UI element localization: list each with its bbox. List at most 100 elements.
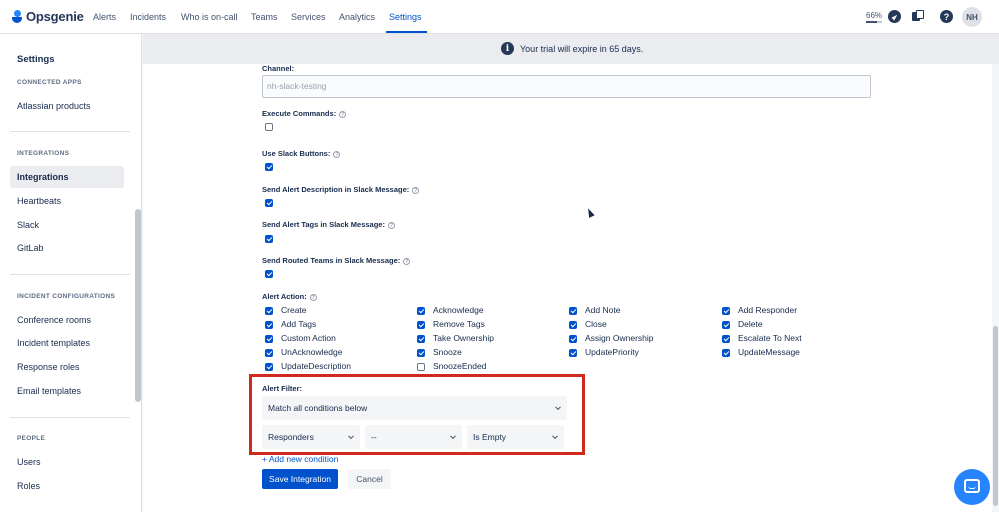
use-slack-buttons-checkbox[interactable] (265, 163, 273, 171)
sidebar-section-integrations: INTEGRATIONS (17, 150, 70, 157)
sidebar-item-email-templates[interactable]: Email templates (10, 380, 124, 402)
sidebar-section-connected-apps: CONNECTED APPS (17, 79, 82, 86)
top-nav: Opsgenie Alerts Incidents Who is on-call… (0, 0, 999, 34)
sidebar-item-gitlab[interactable]: GitLab (10, 237, 124, 259)
nav-active-underline (386, 31, 427, 33)
help-icon[interactable]: ? (333, 150, 341, 158)
action-checkbox-create[interactable] (265, 307, 273, 315)
cancel-button[interactable]: Cancel (348, 469, 391, 489)
app-name: Opsgenie (26, 9, 84, 24)
action-label-add-tags: Add Tags (281, 319, 317, 329)
sidebar-divider (10, 274, 130, 275)
sidebar-item-integrations[interactable]: Integrations (10, 166, 124, 188)
action-label-custom-action: Custom Action (281, 333, 336, 343)
nav-incidents[interactable]: Incidents (130, 12, 166, 22)
action-label-add-note: Add Note (585, 305, 621, 315)
send-description-checkbox[interactable] (265, 199, 273, 207)
action-label-escalate-to-next: Escalate To Next (738, 333, 802, 343)
action-label-snoozeended: SnoozeEnded (433, 361, 487, 371)
opsgenie-logo[interactable]: Opsgenie (12, 9, 84, 24)
execute-commands-checkbox[interactable] (265, 123, 273, 131)
trial-banner: i Your trial will expire in 65 days. (143, 34, 999, 64)
nav-teams[interactable]: Teams (251, 12, 278, 22)
nav-services[interactable]: Services (291, 12, 326, 22)
action-label-updatemessage: UpdateMessage (738, 347, 800, 357)
nav-settings[interactable]: Settings (389, 12, 422, 22)
action-checkbox-add-tags[interactable] (265, 321, 273, 329)
opsgenie-logo-icon (12, 9, 22, 24)
sidebar-item-response-roles[interactable]: Response roles (10, 356, 124, 378)
zoom-level[interactable]: 66% (866, 11, 882, 20)
sidebar-item-users[interactable]: Users (10, 451, 124, 473)
action-label-remove-tags: Remove Tags (433, 319, 485, 329)
action-label-updatepriority: UpdatePriority (585, 347, 639, 357)
action-label-assign-ownership: Assign Ownership (585, 333, 654, 343)
send-routed-teams-checkbox[interactable] (265, 270, 273, 278)
info-icon: i (501, 42, 514, 55)
chat-button[interactable] (954, 469, 990, 505)
sidebar-divider (10, 131, 130, 132)
save-integration-button[interactable]: Save Integration (262, 469, 338, 489)
sidebar-section-incident-configurations: INCIDENT CONFIGURATIONS (17, 293, 116, 300)
sidebar-title: Settings (17, 54, 55, 65)
nav-analytics[interactable]: Analytics (339, 12, 375, 22)
sidebar-item-heartbeats[interactable]: Heartbeats (10, 190, 124, 212)
action-checkbox-updatedescription[interactable] (265, 363, 273, 371)
sidebar-scrollbar[interactable] (135, 209, 141, 402)
sidebar-item-slack[interactable]: Slack (10, 214, 124, 236)
help-icon[interactable]: ? (309, 293, 317, 301)
help-icon[interactable]: ? (412, 186, 420, 194)
channel-input[interactable]: nh-slack-testing (262, 75, 871, 98)
sidebar-item-incident-templates[interactable]: Incident templates (10, 332, 124, 354)
zoom-bar (866, 21, 882, 23)
send-tags-label: Send Alert Tags in Slack Message:? (262, 220, 395, 229)
action-label-take-ownership: Take Ownership (433, 333, 494, 343)
send-description-label: Send Alert Description in Slack Message:… (262, 185, 420, 194)
sidebar-item-roles[interactable]: Roles (10, 475, 124, 497)
send-routed-teams-label: Send Routed Teams in Slack Message:? (262, 256, 411, 265)
apps-icon[interactable] (912, 10, 925, 23)
action-checkbox-take-ownership[interactable] (417, 335, 425, 343)
use-slack-buttons-label: Use Slack Buttons:? (262, 149, 341, 158)
action-checkbox-snooze[interactable] (417, 349, 425, 357)
compass-icon[interactable] (888, 10, 901, 23)
add-condition-link[interactable]: + Add new condition (262, 454, 338, 464)
main-scrollbar[interactable] (992, 64, 999, 512)
action-label-acknowledge: Acknowledge (433, 305, 484, 315)
zoom-bar-fill (866, 21, 877, 23)
action-checkbox-custom-action[interactable] (265, 335, 273, 343)
action-checkbox-add-note[interactable] (569, 307, 577, 315)
action-checkbox-snoozeended[interactable] (417, 363, 425, 371)
action-checkbox-updatepriority[interactable] (569, 349, 577, 357)
action-checkbox-acknowledge[interactable] (417, 307, 425, 315)
action-checkbox-add-responder[interactable] (722, 307, 730, 315)
action-label-add-responder: Add Responder (738, 305, 798, 315)
action-checkbox-escalate-to-next[interactable] (722, 335, 730, 343)
channel-label: Channel: (262, 64, 295, 73)
action-checkbox-delete[interactable] (722, 321, 730, 329)
sidebar-item-conference-rooms[interactable]: Conference rooms (10, 309, 124, 331)
action-label-updatedescription: UpdateDescription (281, 361, 351, 371)
action-checkbox-remove-tags[interactable] (417, 321, 425, 329)
settings-sidebar: Settings CONNECTED APPS Atlassian produc… (0, 34, 142, 512)
avatar[interactable]: NH (962, 7, 982, 27)
sidebar-item-atlassian-products[interactable]: Atlassian products (10, 95, 124, 117)
action-checkbox-assign-ownership[interactable] (569, 335, 577, 343)
send-tags-checkbox[interactable] (265, 235, 273, 243)
help-icon[interactable]: ? (339, 110, 347, 118)
nav-alerts[interactable]: Alerts (93, 12, 116, 22)
action-label-create: Create (281, 305, 307, 315)
integration-form: Channel: nh-slack-testing Execute Comman… (143, 64, 992, 512)
main-scrollbar-thumb[interactable] (993, 326, 998, 506)
help-icon[interactable]: ? (403, 257, 411, 265)
sidebar-section-people: PEOPLE (17, 435, 46, 442)
help-icon[interactable]: ? (387, 221, 395, 229)
help-icon[interactable]: ? (940, 10, 953, 23)
nav-who-is-on-call[interactable]: Who is on-call (181, 12, 238, 22)
action-checkbox-close[interactable] (569, 321, 577, 329)
action-checkbox-updatemessage[interactable] (722, 349, 730, 357)
action-label-snooze: Snooze (433, 347, 462, 357)
trial-banner-text: Your trial will expire in 65 days. (520, 44, 644, 54)
action-checkbox-unacknowledge[interactable] (265, 349, 273, 357)
sidebar-divider (10, 417, 130, 418)
